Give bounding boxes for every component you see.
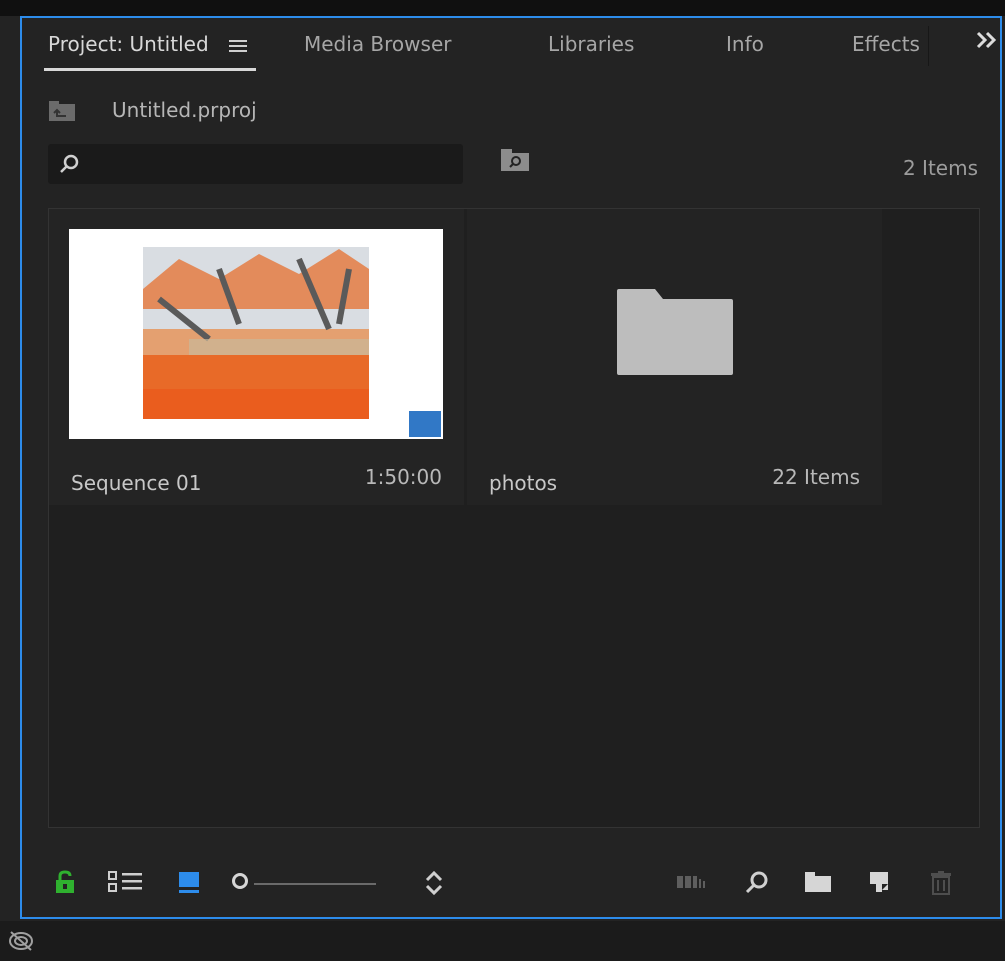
active-tab-underline [44,68,256,71]
new-bin-icon[interactable] [804,870,832,898]
item-photos-bin[interactable]: photos 22 Items [467,209,882,505]
item-duration: 1:50:00 [364,465,442,489]
bottom-toolbar [22,858,1000,908]
status-bar [0,921,1005,961]
panel-tabs: Project: Untitled Media Browser Librarie… [22,18,1000,71]
tab-project[interactable]: Project: Untitled [48,32,247,58]
up-folder-icon[interactable] [48,100,76,126]
folder-icon [615,287,735,381]
sequence-thumbnail [69,229,443,439]
project-file-name: Untitled.prproj [112,98,257,122]
double-chevron-right-icon[interactable] [976,30,998,54]
list-view-icon[interactable] [108,870,144,898]
item-name: photos [489,471,558,495]
search-box [48,144,463,186]
trash-icon[interactable] [930,870,952,900]
find-icon[interactable] [744,870,770,900]
tab-libraries[interactable]: Libraries [548,32,634,56]
search-icon [58,152,82,180]
project-panel: Project: Untitled Media Browser Librarie… [20,16,1002,919]
sequence-thumbnail-art [143,247,441,437]
tab-project-label: Project: Untitled [48,32,209,56]
hamburger-icon[interactable] [229,34,247,58]
tab-separator [928,26,929,66]
sort-icon[interactable] [424,870,444,900]
zoom-slider-handle[interactable] [232,873,248,889]
tab-effects[interactable]: Effects [852,32,920,56]
icon-view-icon[interactable] [178,870,200,898]
tab-media-browser[interactable]: Media Browser [304,32,451,56]
tab-info[interactable]: Info [726,32,764,56]
search-input[interactable] [94,144,458,186]
items-grid: Sequence 01 1:50:00 photos 22 Items [48,208,980,828]
item-count: 2 Items [902,156,978,180]
top-strip [0,0,1005,16]
find-bin-icon[interactable] [500,148,530,176]
automate-to-sequence-icon[interactable] [676,870,712,898]
item-sequence-01[interactable]: Sequence 01 1:50:00 [49,209,464,505]
lock-icon[interactable] [54,870,76,898]
zoom-slider-track[interactable] [254,883,376,885]
creative-cloud-sync-icon[interactable] [8,929,34,957]
item-name: Sequence 01 [71,471,202,495]
item-count-label: 22 Items [772,465,860,489]
new-item-icon[interactable] [868,870,892,898]
